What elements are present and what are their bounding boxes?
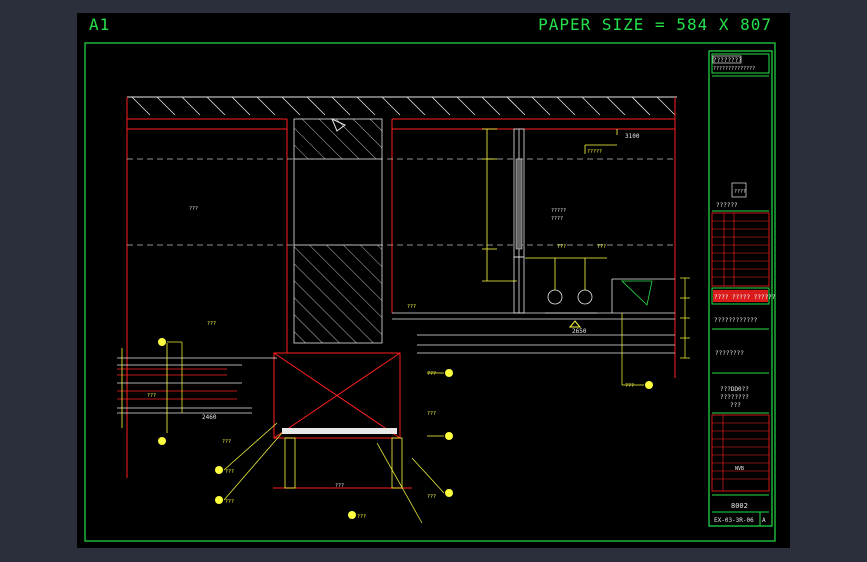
label-m: ??? [557, 244, 566, 250]
revision-letter: A [762, 517, 766, 524]
right-edge-dimensions [680, 277, 690, 359]
left-dimension-line [121, 343, 168, 433]
dim-left-mark: ??? [147, 393, 156, 399]
column-bottom [293, 244, 383, 344]
window-glass [515, 158, 523, 250]
drawing-date: 8002 [731, 502, 748, 510]
label-i: ??? [427, 371, 436, 377]
label-f: ??? [225, 469, 234, 475]
ledge-left [117, 357, 277, 414]
label-e: ??? [222, 439, 231, 445]
dashed-lines [127, 158, 675, 246]
label-d: ??? [207, 321, 216, 327]
dim-top-right: 3100 [625, 133, 640, 140]
cad-drawing-canvas[interactable]: ???????? ?????????????? ???? ?????? ????… [77, 13, 790, 548]
label-k: ??? [427, 494, 436, 500]
label-n: ??? [597, 244, 606, 250]
ledge-left-red [117, 368, 237, 400]
company-name: ???? ????? ?????? [714, 294, 776, 301]
title-block-header-1: ???????? [713, 57, 742, 64]
label-b: ????? [551, 208, 566, 214]
description-1: ???DD0?? [720, 386, 749, 393]
description-2: ???????? [720, 394, 749, 401]
callout-marker [445, 489, 453, 497]
callout-marker [215, 496, 223, 504]
callout-marker [445, 369, 453, 377]
label-c: ???? [551, 216, 563, 222]
drawing-name: ???????? [715, 350, 744, 357]
title-block-header-2: ?????????????? [713, 66, 755, 72]
label-h: ??? [357, 514, 366, 520]
callout-marker [158, 437, 166, 445]
logo-text: ???? [734, 189, 746, 195]
info-table: NVB [711, 414, 770, 492]
drawing-number: EX-03-3R-06 [714, 517, 754, 524]
callout-marker [158, 338, 166, 346]
ledge-right [392, 278, 675, 354]
wall-outlines [126, 97, 676, 489]
room-label: ??? [189, 206, 198, 212]
dim-mid: 2650 [572, 328, 587, 335]
label-g: ??? [225, 499, 234, 505]
drawing-border [84, 42, 776, 542]
revision-table [711, 212, 770, 287]
light-fixtures [525, 257, 607, 314]
callout-marker [445, 432, 453, 440]
dim-left-lower: 2460 [202, 414, 217, 421]
door-glass [282, 428, 397, 434]
title-block: ???????? ?????????????? ???? ?????? ????… [708, 50, 776, 527]
label-j: ??? [427, 411, 436, 417]
callout-marker [348, 511, 356, 519]
label-a: ????? [587, 149, 602, 155]
stamp-text: ?????? [716, 202, 738, 209]
ceiling-hatch [131, 96, 676, 116]
drawing-sheet: A1 PAPER SIZE = 584 X 807 ???????? ?????… [77, 13, 790, 548]
sub-company: ???????????? [714, 317, 758, 324]
plan-drawing: ??? 3100 ????? ????? ???? 2650 ??? 2460 … [117, 96, 690, 524]
label-l: ??? [625, 383, 634, 389]
column-top [293, 118, 383, 160]
callout-marker [215, 466, 223, 474]
cornice-profile [621, 280, 653, 306]
scale-value: NVB [735, 466, 744, 472]
label-bottom-center: ??? [335, 483, 344, 489]
callout-marker [645, 381, 653, 389]
door-frame [284, 437, 403, 489]
dim-center-top: ??? [407, 304, 416, 310]
description-3: ??? [730, 402, 741, 409]
